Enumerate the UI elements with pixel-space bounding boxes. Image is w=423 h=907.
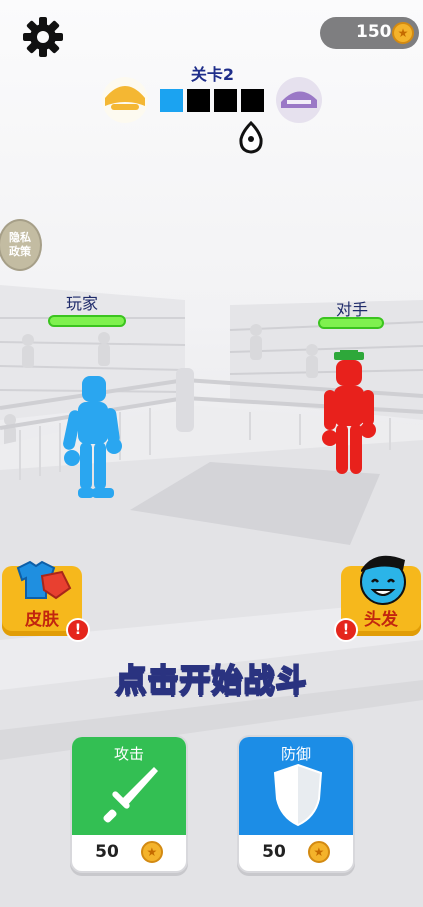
tap-to-start-text[interactable]: 点击开始战斗: [0, 655, 423, 700]
coin-icon: ★: [392, 22, 414, 44]
level-title: 关卡2: [190, 65, 235, 84]
progress-segment: [241, 89, 264, 112]
progress-segment: [187, 89, 210, 112]
game-scene[interactable]: 150 ★ 关卡2 隐私 政策 玩家 对手 皮肤 ! 头发 ! 点击开始战斗 攻…: [0, 0, 423, 907]
hair-face-icon: [360, 555, 406, 605]
defense-upgrade-card[interactable]: 防御 50 ★: [237, 735, 355, 873]
opponent-avatar: [276, 77, 322, 123]
attack-upgrade-card[interactable]: 攻击 50 ★: [70, 735, 188, 873]
privacy-label-line1: 隐私: [9, 231, 31, 244]
defense-title: 防御: [280, 745, 311, 763]
privacy-label-line2: 政策: [9, 245, 31, 258]
coin-counter: 150 ★: [320, 17, 419, 49]
gear-icon: [23, 17, 63, 57]
hair-button[interactable]: 头发 !: [334, 555, 421, 642]
level-progress: [160, 89, 264, 112]
opponent-fighter: [322, 350, 376, 474]
progress-segment-done: [160, 89, 183, 112]
coin-icon: ★: [307, 841, 330, 863]
coin-icon: ★: [140, 841, 163, 863]
skin-button[interactable]: 皮肤 !: [2, 560, 90, 642]
opponent-health-bar: [318, 317, 384, 329]
hair-alert-badge: !: [334, 618, 358, 642]
coin-count: 150: [356, 22, 392, 42]
attack-price: 50: [95, 842, 119, 862]
progress-segment: [214, 89, 237, 112]
tap-hand-icon: [239, 120, 263, 154]
attack-title: 攻击: [113, 745, 144, 763]
player-name: 玩家: [66, 294, 99, 313]
settings-button[interactable]: [20, 14, 66, 60]
defense-price: 50: [262, 842, 286, 862]
player-fighter: [63, 376, 122, 498]
player-health-bar: [48, 315, 126, 327]
shirt-icon: [16, 560, 72, 600]
skin-alert-badge: !: [66, 618, 90, 642]
privacy-policy-button[interactable]: 隐私 政策: [0, 219, 42, 271]
player-avatar: [102, 77, 148, 123]
sword-icon: [103, 767, 158, 823]
shield-icon: [273, 763, 323, 827]
